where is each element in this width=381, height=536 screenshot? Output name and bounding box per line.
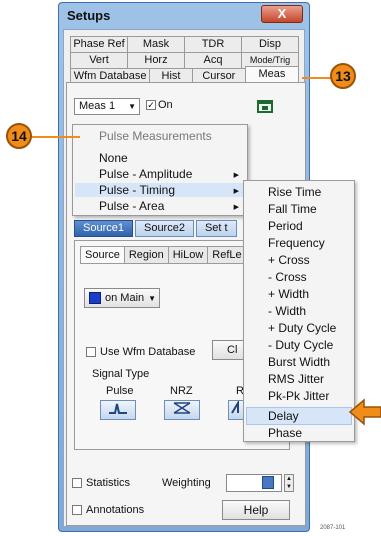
use-wfm-database[interactable]: Use Wfm Database: [86, 346, 195, 358]
weighting-label: Weighting: [162, 477, 211, 489]
nrz-label: NRZ: [170, 385, 193, 397]
on-label: On: [158, 99, 173, 111]
submenu-arrow-icon: ▶: [233, 204, 239, 211]
chevron-down-icon: ▼: [128, 102, 136, 111]
measurement-menu: Pulse Measurements None Pulse - Amplitud…: [72, 124, 248, 216]
channel-color-swatch: [89, 292, 101, 304]
tab-disp[interactable]: Disp: [241, 36, 299, 52]
pulse-signal-button[interactable]: [100, 400, 136, 420]
menu-item-pulse-timing[interactable]: Pulse - Timing: [75, 183, 245, 197]
callout-14-leader: [28, 136, 80, 138]
submenu-item-rms-jitter[interactable]: RMS Jitter: [268, 372, 324, 386]
submenu-item-period[interactable]: Period: [268, 219, 303, 233]
tab-source[interactable]: Source: [80, 246, 125, 264]
source-value: on Main: [105, 292, 145, 304]
menu-item-label: Pulse - Area: [99, 199, 165, 213]
menu-item-label: Pulse - Amplitude: [99, 167, 193, 181]
pulse-timing-submenu: Rise Time Fall Time Period Frequency + C…: [243, 180, 355, 442]
menu-item-none[interactable]: None: [99, 151, 128, 165]
tab-region[interactable]: Region: [123, 246, 169, 264]
menu-item-pulse-area[interactable]: Pulse - Area: [99, 199, 164, 213]
submenu-item-plus-cross[interactable]: + Cross: [268, 253, 310, 267]
source-select[interactable]: on Main ▼: [84, 288, 160, 308]
source-tabs: Source1 Source2 Set t: [74, 220, 239, 237]
menu-item-pulse-amplitude[interactable]: Pulse - Amplitude: [99, 167, 192, 181]
window-title: Setups: [67, 8, 111, 23]
menu-item-label: Pulse - Timing: [99, 183, 176, 197]
tab-hilow[interactable]: HiLow: [167, 246, 209, 264]
close-button[interactable]: X: [261, 5, 303, 23]
clear-button[interactable]: Cl: [212, 340, 246, 360]
weighting-spinner[interactable]: ▲ ▼: [284, 474, 294, 492]
tab-acq[interactable]: Acq: [184, 52, 242, 68]
tab-reflevels[interactable]: RefLe: [207, 246, 247, 264]
submenu-item-frequency[interactable]: Frequency: [268, 236, 325, 250]
submenu-item-minus-cross[interactable]: - Cross: [268, 270, 307, 284]
signal-type-label: Signal Type: [92, 368, 150, 380]
submenu-item-delay[interactable]: Delay: [268, 409, 299, 423]
tab-source1[interactable]: Source1: [74, 220, 133, 237]
keypad-icon[interactable]: [262, 476, 274, 489]
tab-source2[interactable]: Source2: [134, 220, 194, 237]
help-button[interactable]: Help: [222, 500, 290, 520]
tab-mask[interactable]: Mask: [127, 36, 185, 52]
use-wfm-checkbox[interactable]: [86, 347, 96, 357]
inner-tabs: Source Region HiLow RefLe: [80, 246, 247, 264]
eye-diagram-icon: [173, 402, 191, 414]
statistics-label: Statistics: [86, 477, 131, 489]
callout-13-leader: [302, 77, 332, 79]
tab-horz[interactable]: Horz: [127, 52, 185, 68]
statistics-checkbox[interactable]: [72, 478, 82, 488]
meas-select[interactable]: Meas 1 ▼: [74, 98, 140, 115]
meas-on-toggle[interactable]: ✓ On: [146, 99, 173, 111]
pulse-label: Pulse: [106, 385, 134, 397]
pulse-icon: [109, 403, 127, 414]
callout-14: 14: [6, 123, 32, 149]
submenu-item-minus-duty-cycle[interactable]: - Duty Cycle: [268, 338, 333, 352]
meas-select-value: Meas 1: [79, 100, 116, 112]
tab-tdr[interactable]: TDR: [184, 36, 242, 52]
submenu-arrow-icon: ▶: [233, 188, 239, 195]
figure-id: 2087-101: [320, 525, 346, 531]
submenu-item-plus-duty-cycle[interactable]: + Duty Cycle: [268, 321, 336, 335]
annotations-checkbox[interactable]: [72, 505, 82, 515]
submenu-item-pk-pk-jitter[interactable]: Pk-Pk Jitter: [268, 389, 329, 403]
tab-vert[interactable]: Vert: [70, 52, 128, 68]
rz-wave-icon: [231, 399, 239, 414]
nrz-signal-button[interactable]: [164, 400, 200, 420]
tab-set[interactable]: Set t: [195, 220, 237, 237]
use-wfm-label: Use Wfm Database: [100, 346, 196, 358]
submenu-item-plus-width[interactable]: + Width: [268, 287, 309, 301]
callout-13: 13: [330, 63, 356, 89]
submenu-item-phase[interactable]: Phase: [268, 426, 302, 440]
chevron-down-icon: ▼: [148, 293, 157, 303]
submenu-item-burst-width[interactable]: Burst Width: [268, 355, 330, 369]
measurement-add-icon[interactable]: [256, 98, 274, 114]
on-checkbox[interactable]: ✓: [146, 100, 156, 110]
tab-phase-ref[interactable]: Phase Ref: [70, 36, 128, 52]
submenu-item-rise-time[interactable]: Rise Time: [268, 185, 321, 199]
tab-row-1: Phase Ref Mask TDR Disp: [70, 36, 299, 52]
submenu-item-minus-width[interactable]: - Width: [268, 304, 306, 318]
annotations-label: Annotations: [86, 504, 145, 516]
annotations-toggle[interactable]: Annotations: [72, 504, 144, 516]
title-bar: Setups X: [59, 3, 309, 27]
submenu-arrow-icon: ▶: [233, 172, 239, 179]
statistics-toggle[interactable]: Statistics: [72, 477, 130, 489]
menu-header: Pulse Measurements: [99, 129, 212, 143]
submenu-item-fall-time[interactable]: Fall Time: [268, 202, 317, 216]
submenu-highlight: [246, 407, 352, 425]
pointer-arrow-icon: [348, 398, 381, 426]
